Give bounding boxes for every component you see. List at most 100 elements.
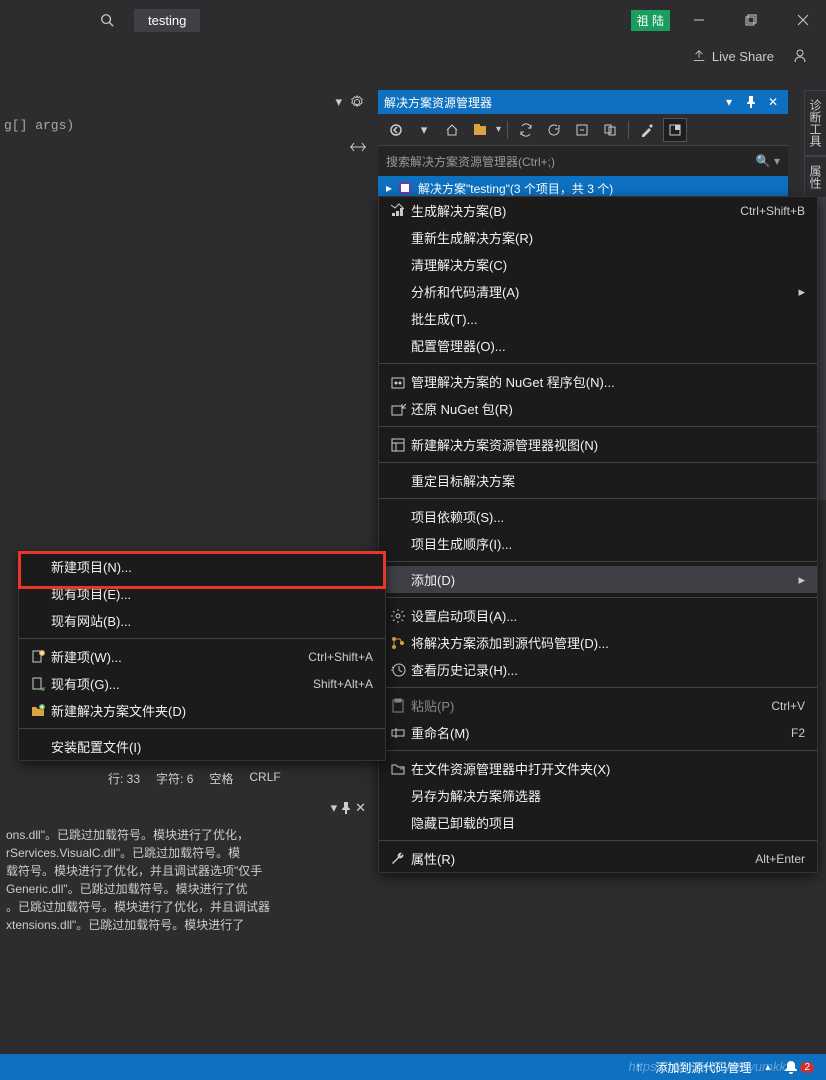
- maximize-button[interactable]: [728, 5, 774, 35]
- menu-label: 将解决方案添加到源代码管理(D)...: [411, 633, 805, 652]
- menu-label: 项目依赖项(S)...: [411, 507, 805, 526]
- ctx-main-item-12[interactable]: 重定目标解决方案: [379, 467, 817, 494]
- code-text[interactable]: g[] args): [0, 114, 370, 137]
- menu-separator: [379, 363, 817, 364]
- ctx-main-item-14[interactable]: 项目依赖项(S)...: [379, 503, 817, 530]
- menu-label: 还原 NuGet 包(R): [411, 399, 805, 418]
- context-menu-add: 新建项目(N)... 现有项目(E)...现有网站(B)... 新建项(W)...C…: [18, 552, 386, 761]
- ctx-main-item-0[interactable]: 生成解决方案(B)Ctrl+Shift+B: [379, 197, 817, 224]
- ctx-main-item-21[interactable]: 查看历史记录(H)...: [379, 656, 817, 683]
- gear-icon: [385, 608, 411, 624]
- ctx-main-item-30[interactable]: 属性(R)Alt+Enter: [379, 845, 817, 872]
- pin-icon[interactable]: [742, 93, 760, 111]
- folder-icon: [385, 761, 411, 777]
- menu-shortcut: Ctrl+Shift+A: [308, 650, 373, 664]
- notification-icon[interactable]: 2: [784, 1060, 814, 1074]
- ctx-sub-item-4[interactable]: 新建项(W)...Ctrl+Shift+A: [19, 643, 385, 670]
- feedback-icon[interactable]: [792, 48, 808, 64]
- menu-separator: [379, 426, 817, 427]
- ctx-main-item-4[interactable]: 批生成(T)...: [379, 305, 817, 332]
- ctx-main-item-1[interactable]: 重新生成解决方案(R): [379, 224, 817, 251]
- menu-separator: [19, 728, 385, 729]
- side-tab-diagnostic[interactable]: 诊断工具: [804, 90, 826, 156]
- menu-separator: [379, 561, 817, 562]
- dropdown-arrow-icon[interactable]: ▾: [335, 94, 342, 110]
- menu-label: 配置管理器(O)...: [411, 336, 805, 355]
- add-source-control[interactable]: 添加到源代码管理: [655, 1059, 751, 1076]
- menu-separator: [379, 462, 817, 463]
- refresh-icon[interactable]: [542, 118, 566, 142]
- chevron-right-icon: ▸: [798, 572, 805, 588]
- live-share-button[interactable]: Live Share: [692, 49, 774, 64]
- expand-arrow-icon[interactable]: ▸: [386, 181, 392, 195]
- properties-icon[interactable]: [635, 118, 659, 142]
- ctx-sub-item-1[interactable]: 现有项目(E)...: [19, 580, 385, 607]
- menu-label: 分析和代码清理(A): [411, 282, 798, 301]
- preview-icon[interactable]: [663, 118, 687, 142]
- ctx-sub-item-2[interactable]: 现有网站(B)...: [19, 607, 385, 634]
- menu-label: 新建项目(N)...: [51, 557, 373, 576]
- menu-label: 生成解决方案(B): [411, 201, 740, 220]
- search-magnifier-icon[interactable]: 🔍 ▾: [756, 154, 780, 168]
- panel-search[interactable]: 搜索解决方案资源管理器(Ctrl+;) 🔍 ▾: [378, 146, 788, 176]
- build-icon: [385, 203, 411, 219]
- close-button[interactable]: [780, 5, 826, 35]
- output-line: rServices.VisualC.dll"。已跳过加载符号。模: [6, 844, 364, 862]
- ctx-main-item-26[interactable]: 在文件资源管理器中打开文件夹(X): [379, 755, 817, 782]
- ctx-main-item-2[interactable]: 清理解决方案(C): [379, 251, 817, 278]
- char-info: 字符: 6: [156, 770, 193, 787]
- output-dropdown-icon[interactable]: ▾: [331, 800, 338, 816]
- menu-label: 另存为解决方案筛选器: [411, 786, 805, 805]
- ctx-sub-item-6[interactable]: 新建解决方案文件夹(D): [19, 697, 385, 724]
- minimize-button[interactable]: [676, 5, 722, 35]
- search-placeholder: 搜索解决方案资源管理器(Ctrl+;): [386, 153, 555, 170]
- ctx-sub-item-5[interactable]: 现有项(G)...Shift+Alt+A: [19, 670, 385, 697]
- show-all-icon[interactable]: [598, 118, 622, 142]
- back-icon[interactable]: [384, 118, 408, 142]
- panel-header[interactable]: 解决方案资源管理器 ▾ ✕: [378, 90, 788, 114]
- ctx-main-item-19[interactable]: 设置启动项目(A)...: [379, 602, 817, 629]
- output-text[interactable]: ons.dll"。已跳过加载符号。模块进行了优化，rServices.Visua…: [0, 820, 370, 940]
- user-badge[interactable]: 祖 陆: [631, 10, 670, 31]
- ctx-main-item-24[interactable]: 重命名(M)F2: [379, 719, 817, 746]
- solution-explorer: 解决方案资源管理器 ▾ ✕ ▾ ▾ 搜索解决方案资源管理器(Ctrl+;) 🔍 …: [378, 90, 788, 200]
- ctx-main-item-10[interactable]: 新建解决方案资源管理器视图(N): [379, 431, 817, 458]
- restore-icon: [385, 401, 411, 417]
- sync-icon[interactable]: [514, 118, 538, 142]
- ctx-main-item-20[interactable]: 将解决方案添加到源代码管理(D)...: [379, 629, 817, 656]
- ctx-main-item-27[interactable]: 另存为解决方案筛选器: [379, 782, 817, 809]
- ctx-main-item-17[interactable]: 添加(D)▸: [379, 566, 817, 593]
- home-icon[interactable]: [440, 118, 464, 142]
- ctx-sub-item-0[interactable]: 新建项目(N)...: [19, 553, 385, 580]
- switch-view-icon[interactable]: [468, 118, 492, 142]
- gear-icon[interactable]: [350, 95, 364, 109]
- ctx-main-item-23[interactable]: 粘贴(P)Ctrl+V: [379, 692, 817, 719]
- wrench-icon: [385, 851, 411, 867]
- output-pin-icon[interactable]: [341, 802, 351, 814]
- ctx-main-item-7[interactable]: 管理解决方案的 NuGet 程序包(N)...: [379, 368, 817, 395]
- split-icon[interactable]: [350, 140, 366, 154]
- notification-count: 2: [800, 1062, 814, 1073]
- menu-label: 重命名(M): [411, 723, 791, 742]
- live-share-label: Live Share: [712, 49, 774, 64]
- output-close-icon[interactable]: ✕: [355, 800, 366, 816]
- collapse-icon[interactable]: [570, 118, 594, 142]
- output-panel: ▾ ✕ ons.dll"。已跳过加载符号。模块进行了优化，rServices.V…: [0, 796, 370, 940]
- panel-dropdown-icon[interactable]: ▾: [720, 93, 738, 111]
- publish-arrow-icon[interactable]: ↑: [635, 1060, 641, 1074]
- forward-icon[interactable]: ▾: [412, 118, 436, 142]
- git-icon: [385, 635, 411, 651]
- view-icon: [385, 437, 411, 453]
- ctx-main-item-15[interactable]: 项目生成顺序(I)...: [379, 530, 817, 557]
- menu-separator: [379, 597, 817, 598]
- panel-close-icon[interactable]: ✕: [764, 93, 782, 111]
- ctx-sub-item-8[interactable]: 安装配置文件(I): [19, 733, 385, 760]
- ctx-main-item-5[interactable]: 配置管理器(O)...: [379, 332, 817, 359]
- ctx-main-item-8[interactable]: 还原 NuGet 包(R): [379, 395, 817, 422]
- side-tab-properties[interactable]: 属性: [804, 156, 826, 198]
- bottom-statusbar: ↑ 添加到源代码管理 ▴ 2: [0, 1054, 826, 1080]
- ctx-main-item-3[interactable]: 分析和代码清理(A)▸: [379, 278, 817, 305]
- ctx-main-item-28[interactable]: 隐藏已卸载的项目: [379, 809, 817, 836]
- search-icon[interactable]: [100, 13, 114, 27]
- menu-label: 查看历史记录(H)...: [411, 660, 805, 679]
